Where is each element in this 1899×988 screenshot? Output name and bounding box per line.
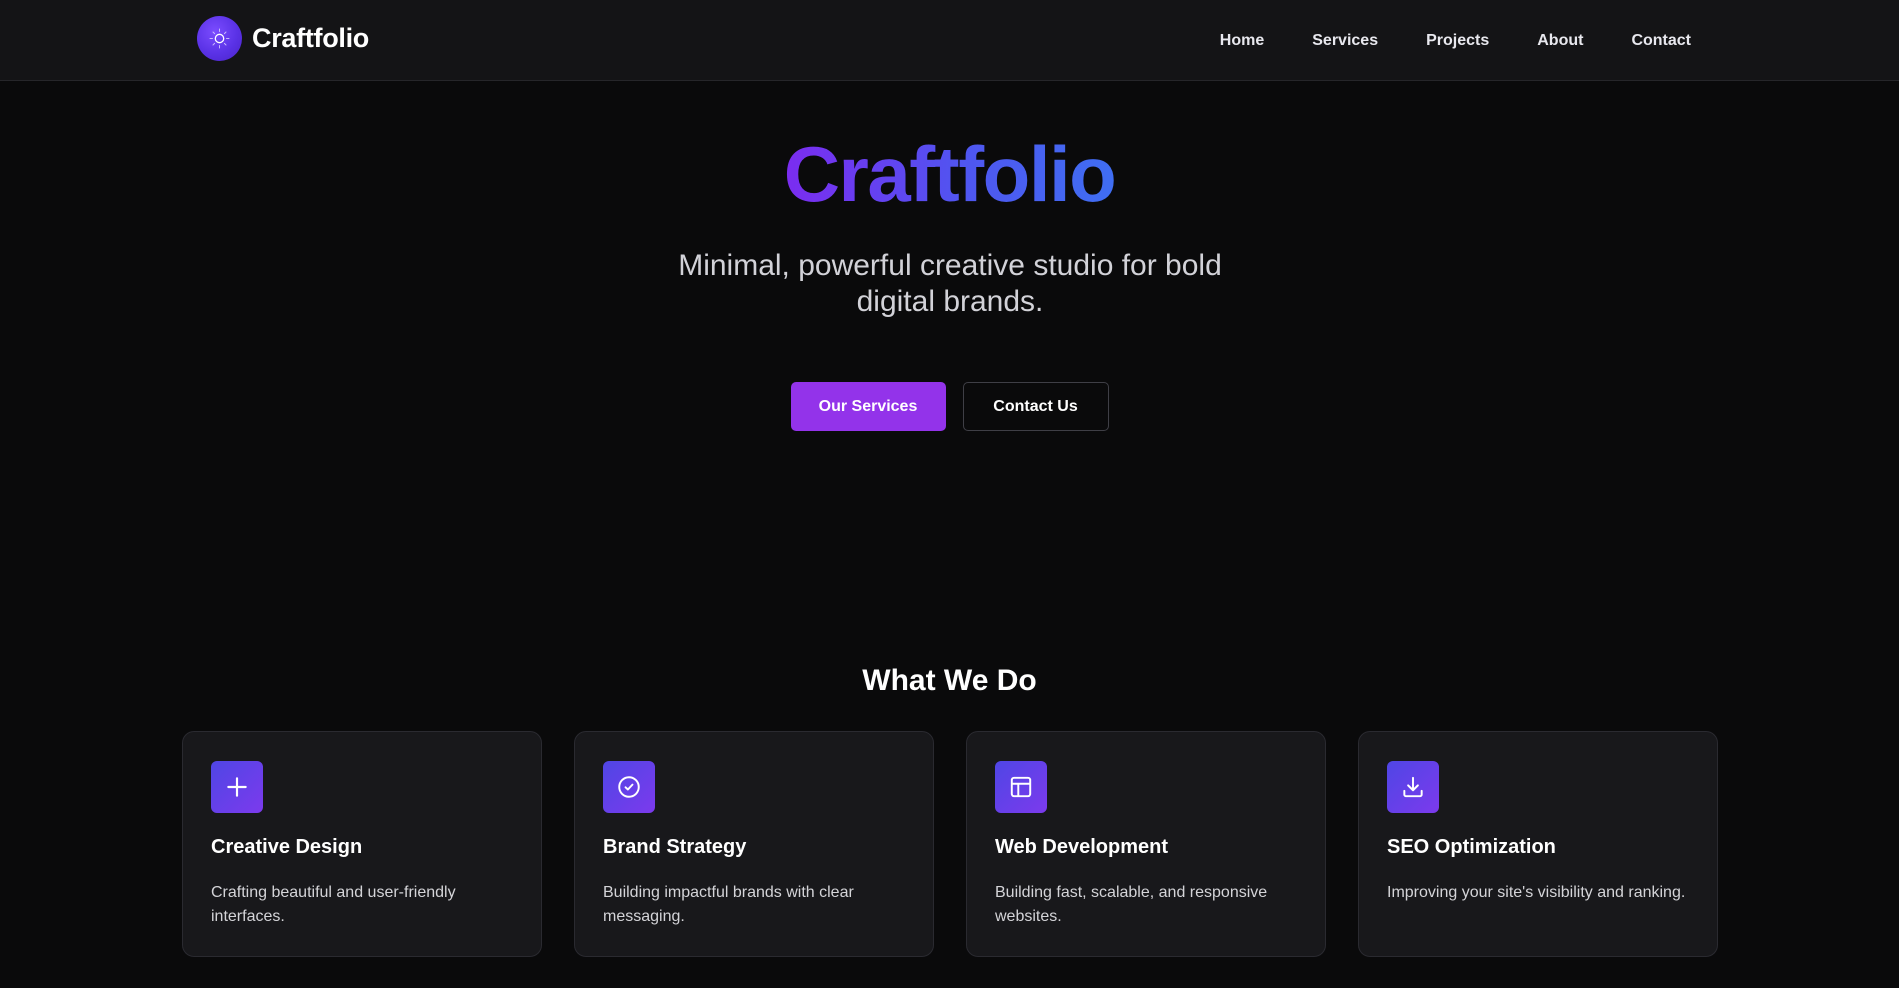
hero-subtitle: Minimal, powerful creative studio for bo…: [678, 249, 1222, 318]
contact-us-button[interactable]: Contact Us: [962, 382, 1109, 431]
service-card-creative-design: Creative Design Crafting beautiful and u…: [182, 731, 542, 957]
card-title: Web Development: [995, 836, 1168, 858]
nav-link-services[interactable]: Services: [1312, 32, 1378, 50]
card-description: Building fast, scalable, and responsive …: [995, 884, 1268, 925]
hero-title: Craftfolio: [0, 128, 1899, 220]
our-services-button[interactable]: Our Services: [790, 382, 946, 431]
service-card-seo-optimization: SEO Optimization Improving your site's v…: [1358, 731, 1718, 957]
plus-icon: [211, 761, 263, 813]
download-icon: [1387, 761, 1439, 813]
check-circle-icon: [603, 761, 655, 813]
layout-icon: [995, 761, 1047, 813]
card-description: Improving your site's visibility and ran…: [1387, 884, 1686, 901]
nav-links: Home Services Projects About Contact: [1172, 0, 1691, 81]
section-title: What We Do: [862, 664, 1037, 697]
nav-link-home[interactable]: Home: [1220, 32, 1264, 50]
service-cards: Creative Design Crafting beautiful and u…: [182, 731, 1718, 957]
sparkle-logo-icon: [197, 16, 242, 61]
nav-link-contact[interactable]: Contact: [1631, 32, 1691, 50]
card-title: Brand Strategy: [603, 836, 747, 858]
brand-home-link[interactable]: Craftfolio: [197, 16, 369, 61]
service-card-web-development: Web Development Building fast, scalable,…: [966, 731, 1326, 957]
nav-link-projects[interactable]: Projects: [1426, 32, 1489, 50]
nav-link-about[interactable]: About: [1537, 32, 1583, 50]
card-description: Crafting beautiful and user-friendly int…: [211, 884, 456, 925]
hero-buttons: Our Services Contact Us: [0, 382, 1899, 431]
navbar: Craftfolio Home Services Projects About …: [0, 0, 1899, 81]
brand-name: Craftfolio: [252, 23, 369, 53]
card-title: SEO Optimization: [1387, 836, 1556, 858]
card-title: Creative Design: [211, 836, 363, 858]
hero-title-text: Craftfolio: [783, 130, 1117, 218]
service-card-brand-strategy: Brand Strategy Building impactful brands…: [574, 731, 934, 957]
card-description: Building impactful brands with clear mes…: [603, 884, 854, 925]
